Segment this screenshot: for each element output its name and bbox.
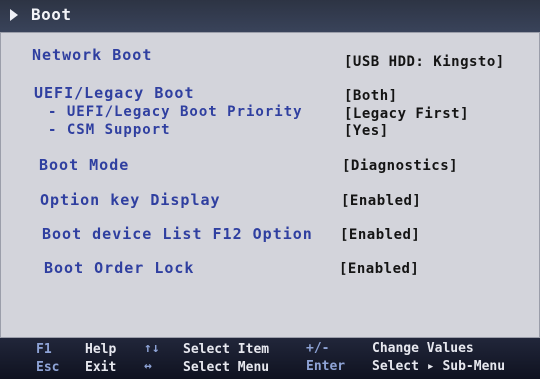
setting-uefi-legacy-boot-label[interactable]: UEFI/Legacy Boot <box>34 84 195 102</box>
setting-option-key-display-value[interactable]: [Enabled] <box>341 193 421 209</box>
help-desc-change-values: Change Values <box>372 341 474 356</box>
bios-screen: Boot Network Boot [USB HDD: Kingsto] UEF… <box>0 0 540 379</box>
setting-boot-mode-label[interactable]: Boot Mode <box>39 156 129 174</box>
help-key-esc: Esc <box>36 360 60 375</box>
help-desc-select-item: Select Item <box>183 342 270 357</box>
help-desc-select-menu: Select Menu <box>183 360 270 375</box>
help-key-plus-minus: +/- <box>306 341 330 356</box>
help-key-f1: F1 <box>36 342 52 357</box>
setting-f12-option-value[interactable]: [Enabled] <box>340 227 420 243</box>
setting-csm-support-value[interactable]: [Yes] <box>344 123 389 139</box>
setting-f12-option-label[interactable]: Boot device List F12 Option <box>42 225 313 243</box>
setting-network-boot-label[interactable]: Network Boot <box>32 46 152 64</box>
left-right-arrows-icon: ↔ <box>144 359 152 374</box>
help-bar: F1 Help Esc Exit ↑↓ Select Item ↔ Select… <box>0 338 540 379</box>
setting-boot-priority-value[interactable]: [Legacy First] <box>344 106 469 122</box>
help-key-enter: Enter <box>306 359 346 374</box>
setting-boot-priority-label[interactable]: - UEFI/Legacy Boot Priority <box>48 104 303 120</box>
setting-network-boot-value[interactable]: [USB HDD: Kingsto] <box>344 54 505 70</box>
setting-csm-support-label[interactable]: - CSM Support <box>48 122 171 138</box>
setting-uefi-legacy-boot-value[interactable]: [Both] <box>344 88 398 104</box>
menu-title-bar: Boot <box>0 0 540 32</box>
help-desc-select-submenu: Select ▸ Sub-Menu <box>372 359 506 374</box>
setting-boot-mode-value[interactable]: [Diagnostics] <box>342 158 458 174</box>
up-down-arrows-icon: ↑↓ <box>144 341 160 356</box>
triangle-right-icon <box>10 9 18 21</box>
menu-title: Boot <box>31 5 72 24</box>
help-desc-help: Help <box>85 342 117 357</box>
setting-boot-order-lock-value[interactable]: [Enabled] <box>339 261 419 277</box>
setting-option-key-display-label[interactable]: Option key Display <box>40 191 221 209</box>
help-desc-exit: Exit <box>85 360 117 375</box>
settings-panel: Network Boot [USB HDD: Kingsto] UEFI/Leg… <box>0 32 540 338</box>
setting-boot-order-lock-label[interactable]: Boot Order Lock <box>44 259 194 277</box>
